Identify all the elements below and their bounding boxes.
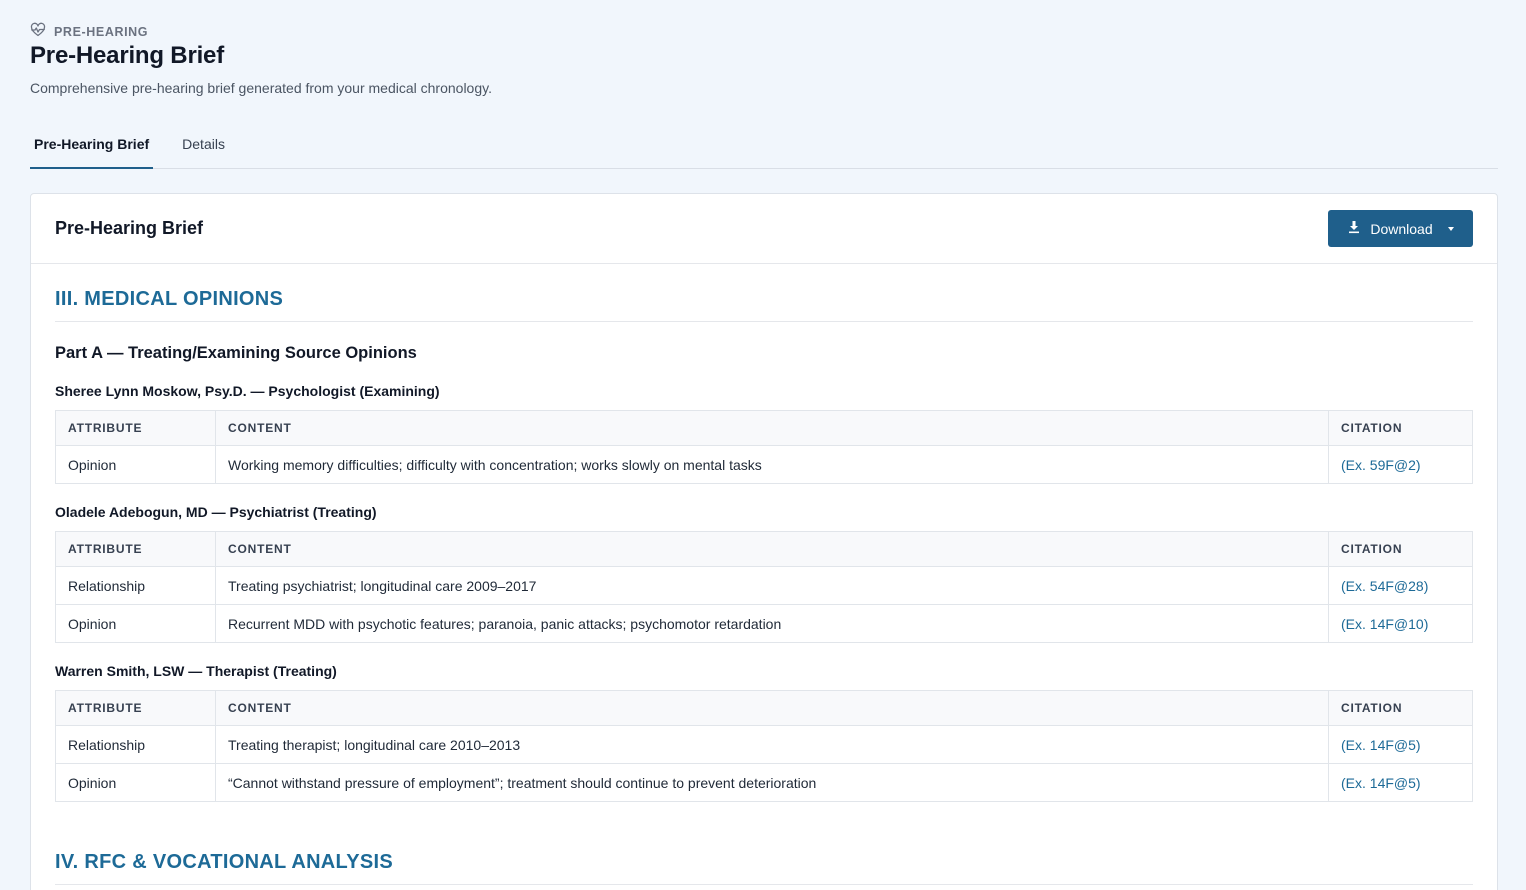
source-heading: Oladele Adebogun, MD — Psychiatrist (Tre…: [55, 504, 377, 520]
page-subtitle: Comprehensive pre-hearing brief generate…: [30, 80, 492, 96]
table-header-row: ATTRIBUTE CONTENT CITATION: [55, 690, 1473, 726]
table-row: Relationship Treating therapist; longitu…: [55, 725, 1473, 764]
opinion-table: ATTRIBUTE CONTENT CITATION Opinion Worki…: [55, 410, 1473, 484]
brief-card: Pre-Hearing Brief Download III. MEDICAL …: [30, 193, 1498, 890]
column-header-content: CONTENT: [215, 410, 1329, 446]
part-a-heading: Part A — Treating/Examining Source Opini…: [55, 344, 417, 362]
attribute-cell: Relationship: [55, 725, 216, 764]
column-header-attribute: ATTRIBUTE: [55, 410, 216, 446]
citation-link[interactable]: (Ex. 14F@10): [1328, 604, 1473, 643]
tab-pre-hearing-brief[interactable]: Pre-Hearing Brief: [30, 128, 154, 169]
card-body: III. MEDICAL OPINIONS Part A — Treating/…: [31, 264, 1497, 890]
column-header-citation: CITATION: [1328, 410, 1473, 446]
source-heading: Sheree Lynn Moskow, Psy.D. — Psychologis…: [55, 383, 440, 399]
section-heading-rfc: IV. RFC & VOCATIONAL ANALYSIS: [55, 827, 1473, 885]
table-header-row: ATTRIBUTE CONTENT CITATION: [55, 410, 1473, 446]
eyebrow: PRE-HEARING: [30, 22, 148, 41]
download-icon: [1347, 220, 1361, 237]
card-title: Pre-Hearing Brief: [55, 218, 204, 238]
column-header-citation: CITATION: [1328, 690, 1473, 726]
citation-link[interactable]: (Ex. 14F@5): [1328, 763, 1473, 802]
table-row: Opinion Recurrent MDD with psychotic fea…: [55, 604, 1473, 643]
opinion-table: ATTRIBUTE CONTENT CITATION Relationship …: [55, 531, 1473, 643]
table-row: Opinion “Cannot withstand pressure of em…: [55, 763, 1473, 802]
eyebrow-label: PRE-HEARING: [54, 24, 149, 39]
content-cell: Treating psychiatrist; longitudinal care…: [215, 566, 1329, 605]
content-cell: Recurrent MDD with psychotic features; p…: [215, 604, 1329, 643]
citation-link[interactable]: (Ex. 54F@28): [1328, 566, 1473, 605]
attribute-cell: Relationship: [55, 566, 216, 605]
citation-link[interactable]: (Ex. 14F@5): [1328, 725, 1473, 764]
card-header: Pre-Hearing Brief Download: [31, 194, 1497, 264]
column-header-attribute: ATTRIBUTE: [55, 690, 216, 726]
content-cell: Treating therapist; longitudinal care 20…: [215, 725, 1329, 764]
table-row: Relationship Treating psychiatrist; long…: [55, 566, 1473, 605]
column-header-content: CONTENT: [215, 690, 1329, 726]
attribute-cell: Opinion: [55, 604, 216, 643]
citation-link[interactable]: (Ex. 59F@2): [1328, 445, 1473, 484]
table-row: Opinion Working memory difficulties; dif…: [55, 445, 1473, 484]
download-label: Download: [1370, 220, 1433, 237]
opinion-table: ATTRIBUTE CONTENT CITATION Relationship …: [55, 690, 1473, 802]
chevron-down-icon: [1447, 226, 1454, 231]
column-header-citation: CITATION: [1328, 531, 1473, 567]
tab-details[interactable]: Details: [178, 128, 229, 169]
column-header-content: CONTENT: [215, 531, 1329, 567]
content-cell: “Cannot withstand pressure of employment…: [215, 763, 1329, 802]
source-heading: Warren Smith, LSW — Therapist (Treating): [55, 663, 337, 679]
tab-bar: Pre-Hearing Brief Details: [30, 128, 1498, 169]
table-header-row: ATTRIBUTE CONTENT CITATION: [55, 531, 1473, 567]
section-heading-medical-opinions: III. MEDICAL OPINIONS: [55, 264, 1473, 322]
attribute-cell: Opinion: [55, 763, 216, 802]
page-title: Pre-Hearing Brief: [30, 42, 224, 69]
content-cell: Working memory difficulties; difficulty …: [215, 445, 1329, 484]
download-button[interactable]: Download: [1328, 210, 1473, 247]
page: PRE-HEARING Pre-Hearing Brief Comprehens…: [0, 0, 1526, 890]
heart-pulse-icon: [30, 22, 46, 41]
column-header-attribute: ATTRIBUTE: [55, 531, 216, 567]
attribute-cell: Opinion: [55, 445, 216, 484]
